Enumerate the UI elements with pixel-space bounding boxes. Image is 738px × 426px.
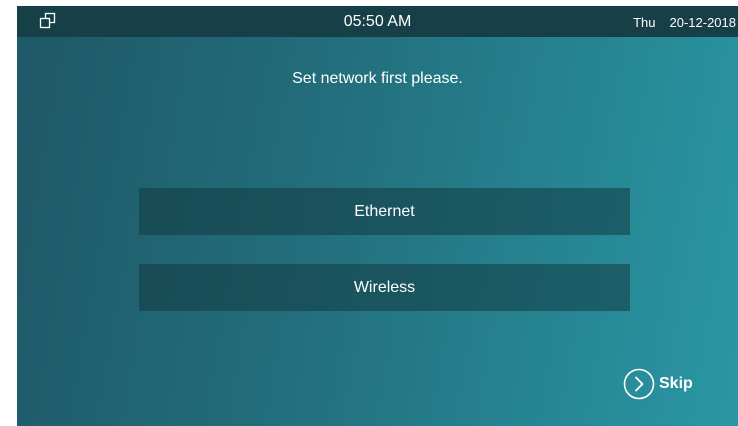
network-prompt: Set network first please. <box>292 70 463 87</box>
date-value: 20-12-2018 <box>669 15 737 30</box>
day-of-week: Thu <box>633 15 656 30</box>
wireless-button-label: Wireless <box>353 278 416 296</box>
wireless-button[interactable]: Wireless <box>139 264 630 311</box>
date-display: Thu 20-12-2018 <box>633 15 736 30</box>
status-bar: 05:50 AM Thu 20-12-2018 <box>17 6 738 37</box>
skip-label: Skip <box>659 375 693 392</box>
chevron-right-circle-icon <box>623 368 655 400</box>
skip-button[interactable]: Skip <box>623 368 693 400</box>
ethernet-button-label: Ethernet <box>354 202 415 220</box>
setup-screen: 05:50 AM Thu 20-12-2018 Set network first… <box>17 6 738 426</box>
ethernet-button[interactable]: Ethernet <box>139 188 630 235</box>
clock-time: 05:50 AM <box>343 13 412 30</box>
